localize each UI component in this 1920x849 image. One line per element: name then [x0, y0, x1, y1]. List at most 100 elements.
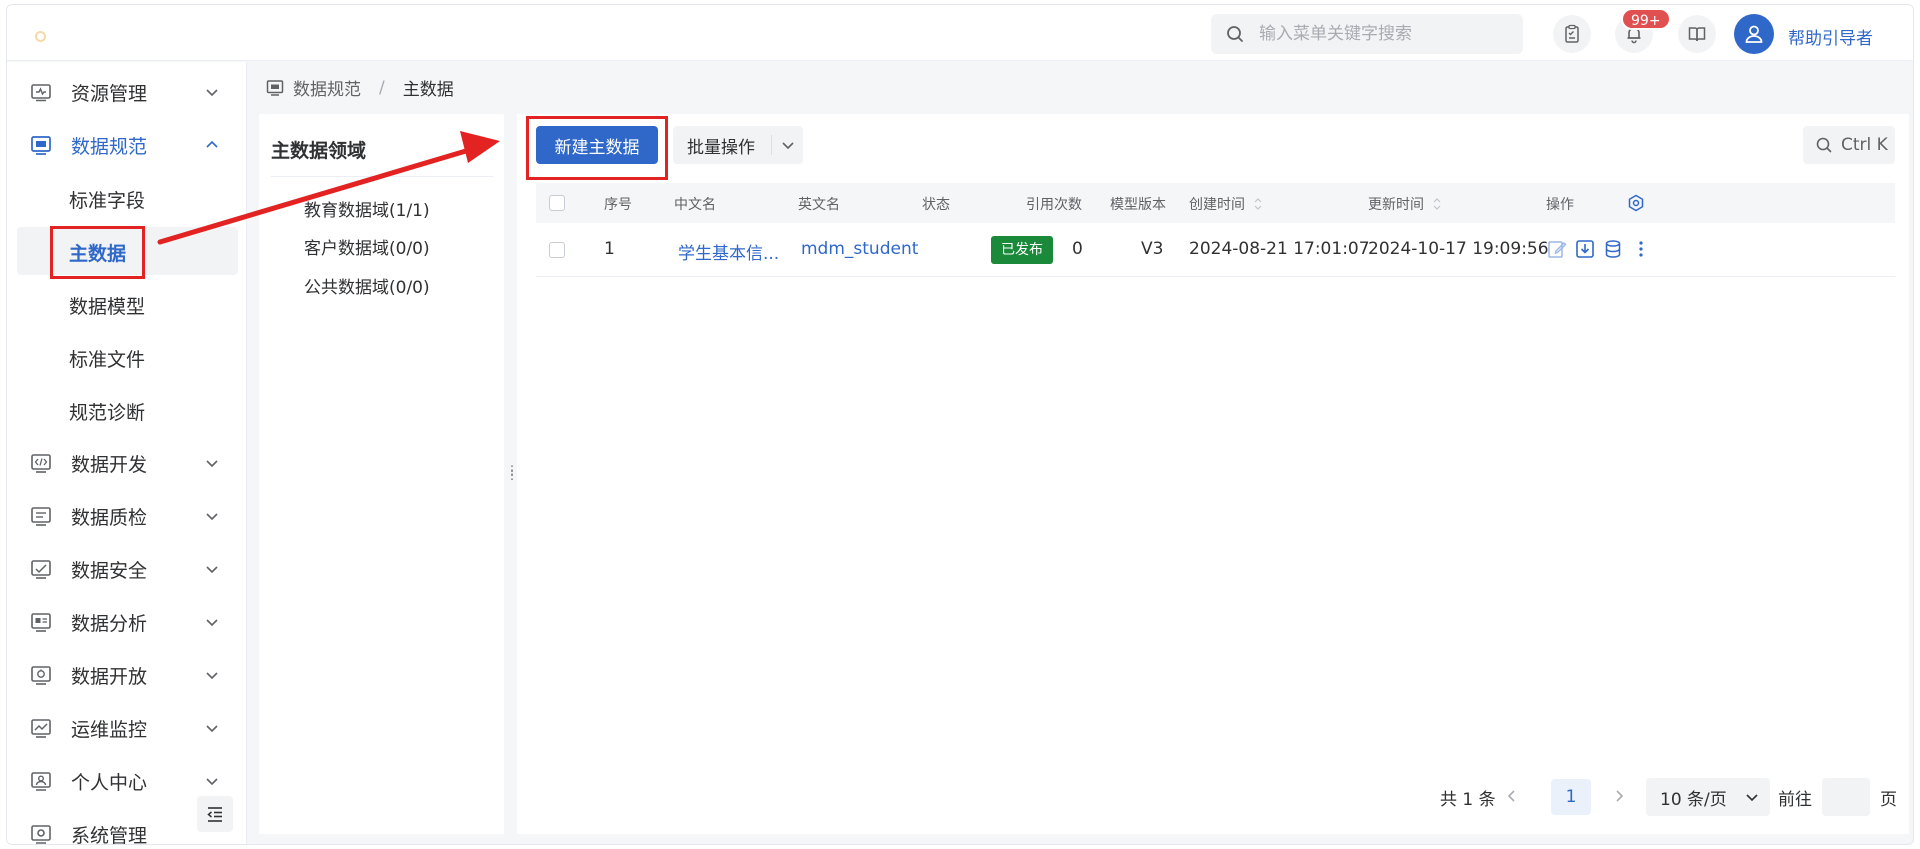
user-center-icon	[31, 772, 51, 791]
column-header-actions: 操作	[1546, 197, 1574, 213]
sidebar-item-label: 数据规范	[71, 135, 148, 158]
security-icon	[31, 560, 51, 579]
page-suffix-label: 页	[1880, 790, 1897, 810]
breadcrumb-parent[interactable]: 数据规范	[293, 75, 361, 100]
chevron-down-icon	[206, 672, 218, 680]
main-content: 新建主数据 批量操作 Ctrl K 序号 中文名 英文名 状态 引用次数 模型版…	[517, 114, 1909, 834]
sidebar-item-resource[interactable]: 资源管理	[7, 68, 247, 116]
sidebar-subitem-label: 规范诊断	[69, 402, 146, 424]
sidebar-item-label: 运维监控	[71, 718, 148, 741]
sidebar-item-label: 数据开发	[71, 453, 148, 476]
cell-created-time: 2024-08-21 17:01:07	[1189, 239, 1370, 259]
column-header-updated-label: 更新时间	[1368, 197, 1424, 213]
sidebar-item-data-standard[interactable]: 数据规范	[7, 121, 247, 169]
column-header-updated[interactable]: 更新时间	[1368, 194, 1442, 214]
clipboard-icon	[1565, 24, 1579, 43]
column-header-en-name: 英文名	[798, 197, 840, 213]
chevron-left-icon[interactable]	[1502, 786, 1522, 806]
page-size-select[interactable]: 10 条/页	[1646, 778, 1770, 816]
collapse-menu-icon	[207, 807, 222, 822]
sidebar-item-label: 系统管理	[71, 824, 148, 845]
column-header-ref-count: 引用次数	[1026, 197, 1082, 213]
sort-icon[interactable]	[1432, 196, 1442, 212]
sort-icon[interactable]	[1253, 196, 1263, 212]
batch-operations-dropdown[interactable]: 批量操作	[673, 126, 803, 164]
divider	[771, 135, 772, 155]
column-header-created[interactable]: 创建时间	[1189, 194, 1263, 214]
top-header: 99+ 帮助引导者	[7, 5, 1913, 61]
clipboard-button[interactable]	[1553, 15, 1591, 53]
sidebar-subitem-data-model[interactable]: 数据模型	[7, 280, 247, 328]
annotation-highlight-box	[50, 226, 145, 279]
sidebar-collapse-button[interactable]	[197, 796, 233, 832]
sidebar-item-label: 资源管理	[71, 82, 148, 105]
annotation-highlight-box	[526, 116, 668, 180]
domain-panel-title: 主数据领域	[271, 140, 367, 162]
standard-icon	[266, 79, 284, 96]
more-vertical-icon[interactable]	[1630, 238, 1652, 260]
search-input[interactable]	[1259, 24, 1499, 44]
cell-ref-count: 0	[1072, 239, 1083, 259]
column-settings-icon[interactable]	[1627, 194, 1645, 212]
quality-icon	[31, 507, 51, 526]
chevron-right-icon[interactable]	[1609, 786, 1629, 806]
sidebar-item-label: 个人中心	[71, 771, 148, 794]
edit-icon[interactable]	[1546, 238, 1568, 260]
column-header-status: 状态	[922, 197, 950, 213]
sidebar-subitem-standard-files[interactable]: 标准文件	[7, 333, 247, 381]
cell-cn-name-link[interactable]: 学生基本信...	[678, 239, 779, 264]
domain-item-public[interactable]: 公共数据域(0/0)	[304, 273, 430, 298]
sidebar-item-label: 数据开放	[71, 665, 148, 688]
chevron-down-icon	[206, 513, 218, 521]
breadcrumb: 数据规范 / 主数据	[265, 75, 454, 100]
quick-search-button[interactable]: Ctrl K	[1803, 126, 1895, 164]
pagination: 共 1 条 1 10 条/页 前往 页	[517, 776, 1909, 816]
search-icon	[1816, 137, 1832, 153]
domain-item-customer[interactable]: 客户数据域(0/0)	[304, 234, 430, 259]
page-number-button[interactable]: 1	[1551, 779, 1591, 815]
app-window: 99+ 帮助引导者 资源管理	[6, 4, 1914, 845]
goto-label: 前往	[1778, 790, 1812, 810]
sidebar: 资源管理 数据规范 标准字段 主数据 数据模型 标准文件 规范诊断 数据开发 数…	[7, 62, 247, 845]
standard-icon	[31, 136, 51, 155]
database-icon[interactable]	[1602, 238, 1624, 260]
panel-resize-handle[interactable]: ⋮ ⋮	[504, 114, 518, 834]
table-row: 1 学生基本信... mdm_student 已发布 0 V3 2024-08-…	[536, 223, 1895, 277]
avatar[interactable]	[1734, 14, 1774, 54]
chevron-down-icon	[206, 725, 218, 733]
notification-badge: 99+	[1621, 8, 1671, 30]
sidebar-item-data-security[interactable]: 数据安全	[7, 545, 247, 593]
chevron-down-icon[interactable]	[779, 136, 797, 154]
breadcrumb-current: 主数据	[402, 80, 454, 100]
sidebar-item-label: 数据分析	[71, 612, 148, 635]
sidebar-subitem-label: 标准文件	[69, 349, 146, 371]
domain-item-education[interactable]: 教育数据域(1/1)	[304, 196, 430, 221]
chevron-down-icon	[206, 89, 218, 97]
chevron-down-icon	[206, 619, 218, 627]
sidebar-item-data-quality[interactable]: 数据质检	[7, 492, 247, 540]
cell-version: V3	[1141, 239, 1164, 259]
search-icon	[1227, 26, 1243, 42]
sidebar-item-data-analysis[interactable]: 数据分析	[7, 598, 247, 646]
sidebar-subitem-diagnosis[interactable]: 规范诊断	[7, 386, 247, 434]
chevron-down-icon	[1746, 794, 1758, 802]
username[interactable]: 帮助引导者	[1788, 24, 1873, 49]
row-checkbox[interactable]	[549, 242, 565, 258]
batch-operations-label: 批量操作	[687, 137, 755, 158]
column-header-cn-name: 中文名	[674, 197, 716, 213]
status-badge: 已发布	[991, 236, 1053, 264]
menu-search[interactable]	[1211, 14, 1523, 54]
cell-en-name-link[interactable]: mdm_student	[801, 239, 918, 259]
system-icon	[31, 825, 51, 844]
download-icon[interactable]	[1574, 238, 1596, 260]
column-header-index: 序号	[604, 197, 632, 213]
docs-button[interactable]	[1678, 15, 1716, 53]
goto-page-input[interactable]	[1822, 778, 1870, 816]
sidebar-item-data-dev[interactable]: 数据开发	[7, 439, 247, 487]
select-all-checkbox[interactable]	[549, 195, 565, 211]
sidebar-item-data-open[interactable]: 数据开放	[7, 651, 247, 699]
divider	[271, 176, 493, 177]
monitor-icon	[31, 719, 51, 738]
sidebar-subitem-standard-fields[interactable]: 标准字段	[7, 174, 247, 222]
sidebar-item-ops-monitor[interactable]: 运维监控	[7, 704, 247, 752]
